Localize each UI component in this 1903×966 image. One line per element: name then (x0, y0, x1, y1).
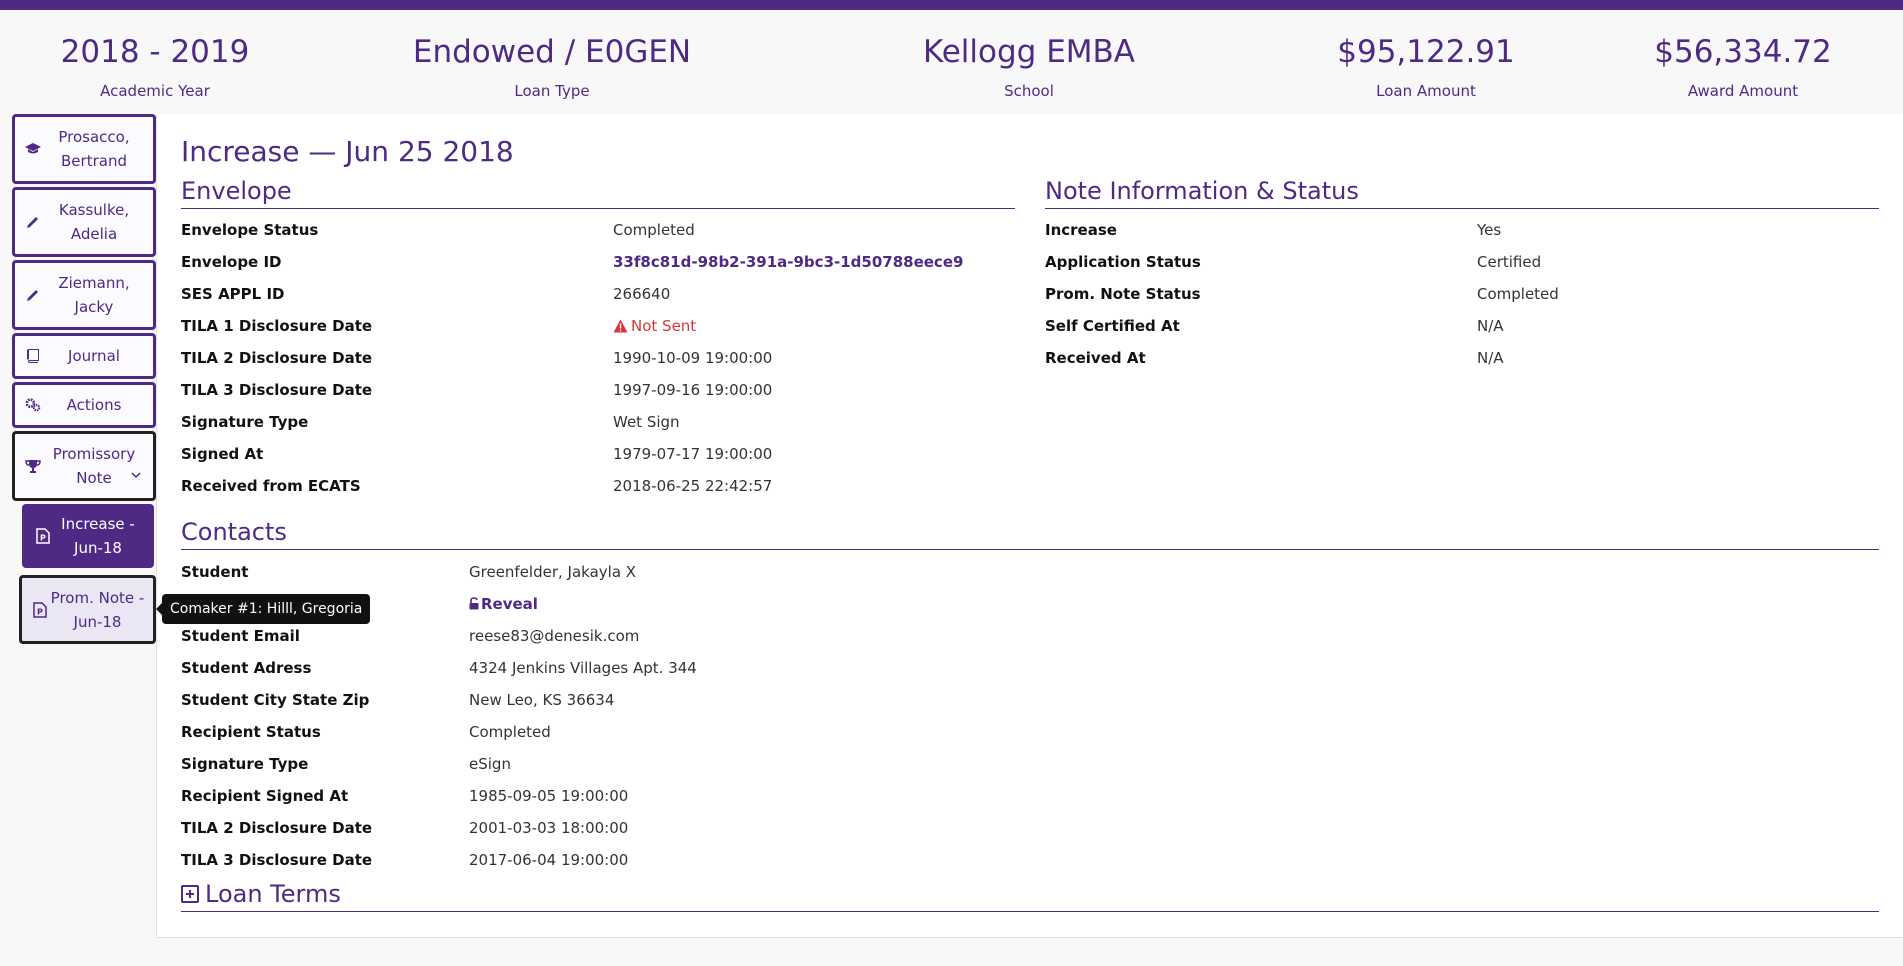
envelope-status-value: Completed (613, 221, 695, 239)
unlock-icon (469, 595, 479, 615)
student-value: Greenfelder, Jakayla X (469, 563, 637, 581)
envelope-status-label: Envelope Status (181, 221, 319, 239)
student-address-value: 4324 Jenkins Villages Apt. 344 (469, 659, 697, 677)
summary-loan-type: Endowed / E0GEN Loan Type (402, 32, 702, 100)
sidebar-item-actions[interactable]: Actions (12, 382, 156, 428)
student-address-label: Student Adress (181, 659, 312, 677)
file-p-icon: P (32, 601, 48, 618)
ses-appl-id-value: 266640 (613, 285, 671, 303)
student-city-state-zip-label: Student City State Zip (181, 691, 370, 709)
prom-note-status-value: Completed (1477, 285, 1559, 303)
tila1-disclosure-label: TILA 1 Disclosure Date (181, 317, 373, 335)
loan-terms-toggle[interactable]: Loan Terms (181, 879, 1879, 912)
recipient-status-label: Recipient Status (181, 723, 321, 741)
summary-value: Kellogg EMBA (922, 34, 1136, 70)
comaker-tooltip: Comaker #1: Hilll, Gregoria (155, 594, 371, 624)
tila2-disclosure-value: 1990-10-09 19:00:00 (613, 349, 773, 367)
student-email-label: Student Email (181, 627, 300, 645)
recipient-signed-at-label: Recipient Signed At (181, 787, 349, 805)
summary-label: School (1004, 82, 1054, 100)
tila1-disclosure-value: Not Sent (613, 316, 696, 338)
self-certified-at-value: N/A (1477, 317, 1504, 335)
student-email-value: reese83@denesik.com (469, 627, 640, 645)
summary-value: Endowed / E0GEN (412, 34, 692, 70)
envelope-id-label: Envelope ID (181, 253, 282, 271)
signature-type-label: Signature Type (181, 413, 309, 431)
received-at-label: Received At (1045, 349, 1146, 367)
sidebar-item-prom-note-jun-18[interactable]: P Prom. Note - Jun-18 (19, 575, 156, 644)
received-from-ecats-value: 2018-06-25 22:42:57 (613, 477, 773, 495)
recipient-signed-at-value: 1985-09-05 19:00:00 (469, 787, 629, 805)
sidebar-item-label: Actions (66, 396, 122, 414)
ses-appl-id-label: SES APPL ID (181, 285, 285, 303)
plus-square-icon (181, 885, 199, 903)
summary-award-amount: $56,334.72 Award Amount (1643, 32, 1843, 100)
sidebar-item-journal[interactable]: Journal (12, 333, 156, 379)
tila2-disclosure-label: TILA 2 Disclosure Date (181, 349, 373, 367)
application-status-label: Application Status (1045, 253, 1201, 271)
chevron-down-icon (131, 462, 141, 486)
contact-signature-type-value: eSign (469, 755, 511, 773)
svg-text:P: P (40, 534, 46, 543)
envelope-section-title: Envelope (181, 176, 1015, 209)
signed-at-label: Signed At (181, 445, 264, 463)
book-icon (25, 348, 41, 364)
received-from-ecats-label: Received from ECATS (181, 477, 361, 495)
envelope-id-link[interactable]: 33f8c81d-98b2-391a-9bc3-1d50788eece9 (613, 252, 963, 272)
svg-text:P: P (37, 607, 43, 616)
sidebar-item-comaker-2[interactable]: Ziemann, Jacky (12, 260, 156, 330)
sidebar-item-comaker-1[interactable]: Kassulke, Adelia (12, 187, 156, 257)
contact-tila3-disclosure-value: 2017-06-04 19:00:00 (469, 851, 629, 869)
summary-loan-amount: $95,122.91 Loan Amount (1326, 32, 1526, 100)
summary-label: Academic Year (100, 82, 210, 100)
main-panel: Increase — Jun 25 2018 Envelope Envelope… (156, 114, 1903, 938)
reveal-link[interactable]: Reveal (469, 594, 538, 615)
received-at-value: N/A (1477, 349, 1504, 367)
pencil-icon (25, 287, 41, 303)
file-p-icon: P (35, 528, 51, 544)
top-accent-bar (0, 0, 1903, 10)
student-city-state-zip-value: New Leo, KS 36634 (469, 691, 615, 709)
gears-icon (25, 397, 41, 413)
page-title: Increase — Jun 25 2018 (181, 135, 514, 168)
trophy-icon (25, 458, 41, 474)
increase-value: Yes (1477, 221, 1502, 239)
sidebar-item-promissory-note[interactable]: Promissory Note (12, 431, 156, 501)
note-info-section-title: Note Information & Status (1045, 176, 1879, 209)
contact-tila2-disclosure-label: TILA 2 Disclosure Date (181, 819, 373, 837)
contact-tila3-disclosure-label: TILA 3 Disclosure Date (181, 851, 373, 869)
tila3-disclosure-label: TILA 3 Disclosure Date (181, 381, 373, 399)
loan-terms-title: Loan Terms (205, 880, 341, 908)
summary-label: Award Amount (1687, 82, 1799, 100)
contact-signature-type-label: Signature Type (181, 755, 309, 773)
reveal-text: Reveal (481, 595, 538, 613)
application-status-value: Certified (1477, 253, 1542, 271)
contact-tila2-disclosure-value: 2001-03-03 18:00:00 (469, 819, 629, 837)
summary-value: $95,122.91 (1337, 34, 1515, 70)
summary-academic-year: 2018 - 2019 Academic Year (55, 32, 255, 100)
summary-value: $56,334.72 (1654, 34, 1832, 70)
self-certified-at-label: Self Certified At (1045, 317, 1180, 335)
summary-label: Loan Type (514, 82, 590, 100)
sidebar-item-label: Journal (68, 347, 120, 365)
loan-summary-header: 2018 - 2019 Academic Year Endowed / E0GE… (0, 10, 1903, 114)
student-label: Student (181, 563, 249, 581)
summary-value: 2018 - 2019 (60, 34, 250, 70)
signed-at-value: 1979-07-17 19:00:00 (613, 445, 773, 463)
recipient-status-value: Completed (469, 723, 551, 741)
summary-school: Kellogg EMBA School (879, 32, 1179, 100)
contacts-section-title: Contacts (181, 517, 1879, 550)
graduation-cap-icon (25, 141, 41, 157)
sidebar-item-increase-jun-18[interactable]: P Increase - Jun-18 (22, 504, 154, 568)
summary-label: Loan Amount (1376, 82, 1476, 100)
prom-note-status-label: Prom. Note Status (1045, 285, 1201, 303)
not-sent-text: Not Sent (631, 317, 697, 335)
pencil-icon (25, 214, 41, 230)
tila3-disclosure-value: 1997-09-16 19:00:00 (613, 381, 773, 399)
increase-label: Increase (1045, 221, 1117, 239)
signature-type-value: Wet Sign (613, 413, 680, 431)
warning-icon (613, 318, 628, 338)
sidebar-item-borrower[interactable]: Prosacco, Bertrand (12, 114, 156, 184)
